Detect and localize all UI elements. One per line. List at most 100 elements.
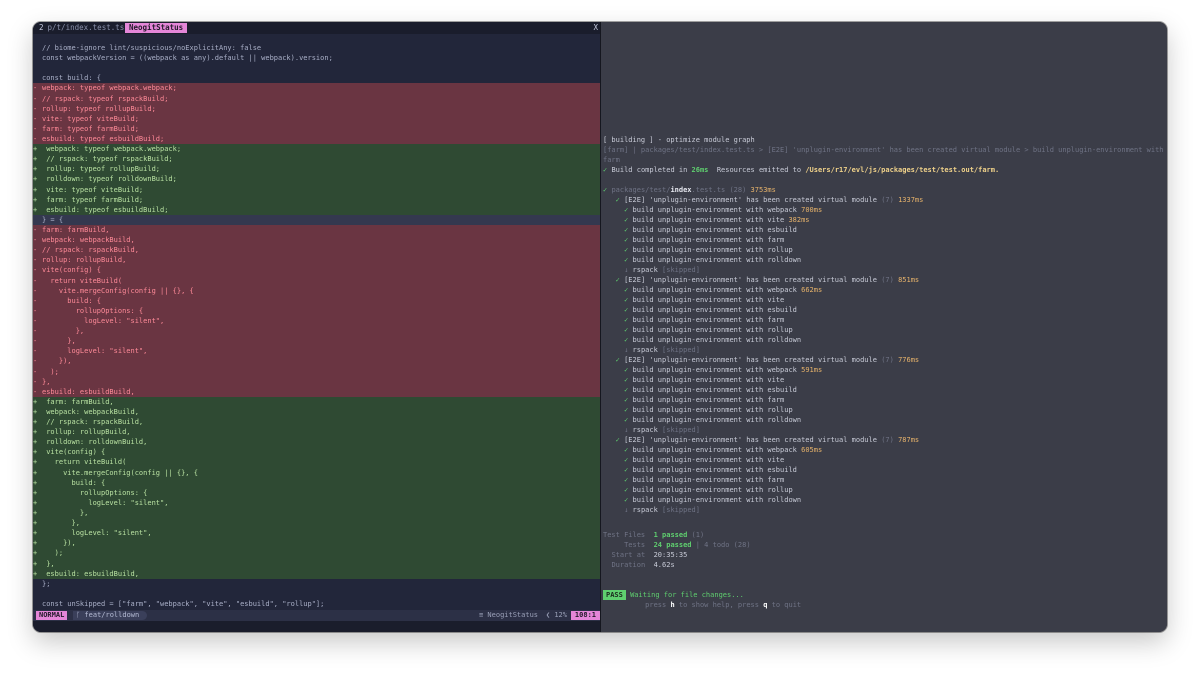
farm-log-line: [farm] | packages/test/index.test.ts > […: [603, 145, 1164, 155]
complete-label: Build completed in: [611, 166, 688, 174]
code-line[interactable]: + esbuild: typeof esbuildBuild;: [33, 204, 600, 215]
code-line[interactable]: + }),: [33, 538, 600, 549]
code-line[interactable]: + rollup: typeof rollupBuild;: [33, 164, 600, 175]
diff-sign: +: [33, 175, 38, 184]
code-line[interactable]: [33, 588, 600, 600]
close-tab-button[interactable]: X: [593, 22, 598, 34]
code-line[interactable]: - farm: farmBuild,: [33, 224, 600, 236]
code-line[interactable]: + rolldown: typeof rolldownBuild;: [33, 174, 600, 185]
code-line[interactable]: - vite: typeof viteBuild;: [33, 113, 600, 124]
code-line[interactable]: - vite.mergeConfig(config || {}, {: [33, 285, 600, 296]
code-line[interactable]: - build: {: [33, 295, 600, 306]
code-line[interactable]: -},: [33, 376, 600, 387]
code-line[interactable]: + vite: typeof viteBuild;: [33, 184, 600, 195]
test-row: ✓ build unplugin-environment with rolldo…: [603, 415, 801, 425]
terminal-pane[interactable]: [ building ] - optimize module graph [fa…: [601, 22, 1167, 632]
test-time: 662ms: [801, 286, 823, 294]
suite-count: (7): [881, 276, 894, 284]
code-line[interactable]: - );: [33, 366, 600, 377]
test-row: ✓ build unplugin-environment with esbuil…: [603, 225, 797, 235]
suite-title: [E2E] 'unplugin-environment' has been cr…: [624, 436, 877, 444]
test-row: ✓ build unplugin-environment with farm: [603, 475, 784, 485]
suite-time: 787ms: [898, 436, 920, 444]
code-line[interactable]: -// rspack: typeof rspackBuild;: [33, 93, 600, 104]
code-line[interactable]: -// rspack: rspackBuild,: [33, 245, 600, 256]
code-line[interactable]: - webpack: webpackBuild,: [33, 235, 600, 246]
diff-sign: -: [33, 94, 38, 103]
code-line[interactable]: [33, 63, 600, 74]
suite-time: 776ms: [898, 356, 920, 364]
watch-status-line: PASS Waiting for file changes...: [603, 590, 744, 600]
code-line[interactable]: - rollupOptions: {: [33, 305, 600, 316]
tab-neogit-status[interactable]: NeogitStatus: [125, 23, 188, 33]
code-text: const webpackVersion = ((webpack as any)…: [42, 54, 333, 63]
code-line[interactable]: + rollup: rollupBuild,: [33, 427, 600, 438]
code-line[interactable]: - esbuild: esbuildBuild,: [33, 386, 600, 397]
code-line[interactable]: // biome-ignore lint/suspicious/noExplic…: [33, 43, 600, 54]
code-text: }),: [42, 357, 72, 366]
test-row: ✓ build unplugin-environment with rolldo…: [603, 495, 801, 505]
code-line[interactable]: + },: [33, 518, 600, 529]
code-line[interactable]: + vite.mergeConfig(config || {}, {: [33, 467, 600, 478]
code-line[interactable]: + // rspack: typeof rspackBuild;: [33, 154, 600, 165]
code-line[interactable]: + farm: farmBuild,: [33, 396, 600, 407]
code-line[interactable]: + webpack: webpackBuild,: [33, 406, 600, 418]
code-line[interactable]: + logLevel: "silent",: [33, 528, 600, 539]
test-name: build unplugin-environment with farm: [632, 316, 785, 324]
summary-start-value: 20:35:35: [653, 551, 688, 559]
code-line[interactable]: + // rspack: rspackBuild,: [33, 417, 600, 428]
code-line[interactable]: + vite(config) {: [33, 447, 600, 458]
diff-sign: +: [33, 458, 38, 467]
build-complete-line: ✓ Build completed in 26ms Resources emit…: [603, 165, 999, 175]
code-line[interactable]: - logLevel: "silent",: [33, 315, 600, 327]
code-line[interactable]: - rollup: rollupBuild,: [33, 255, 600, 266]
code-line[interactable]: - },: [33, 336, 600, 347]
diff-sign: +: [33, 145, 38, 154]
code-line[interactable]: const build: {: [33, 73, 600, 84]
code-line[interactable]: - esbuild: typeof esbuildBuild;: [33, 133, 600, 145]
code-line[interactable]: + logLevel: "silent",: [33, 497, 600, 509]
test-name: build unplugin-environment with webpack: [632, 286, 797, 294]
code-line[interactable]: + build: {: [33, 477, 600, 488]
skipped-tag: [skipped]: [662, 266, 700, 274]
code-line[interactable]: };: [33, 578, 600, 589]
code-line[interactable]: + rolldown: rolldownBuild,: [33, 437, 600, 448]
check-icon: ✓: [615, 276, 625, 284]
code-text: rollupOptions: {: [42, 488, 148, 497]
editor-pane[interactable]: 2 p/t/index.test.ts NeogitStatus X // bio…: [33, 22, 600, 632]
code-text: farm: farmBuild,: [42, 225, 110, 234]
suite-count: (7): [881, 436, 894, 444]
diff-sign: -: [33, 337, 38, 346]
code-line[interactable]: + esbuild: esbuildBuild,: [33, 568, 600, 579]
command-line[interactable]: [33, 621, 600, 632]
code-line[interactable]: - rollup: typeof rollupBuild;: [33, 103, 600, 114]
test-name: build unplugin-environment with webpack: [632, 446, 797, 454]
skipped-name: rspack: [632, 506, 658, 514]
code-text: return viteBuild(: [42, 458, 127, 467]
code-line[interactable]: const unSkipped = ["farm", "webpack", "v…: [33, 599, 600, 610]
code-line[interactable]: + farm: typeof farmBuild;: [33, 194, 600, 205]
code-line[interactable]: const webpackVersion = ((webpack as any)…: [33, 53, 600, 64]
code-buffer[interactable]: // biome-ignore lint/suspicious/noExplic…: [33, 43, 600, 610]
check-icon: ✓: [624, 236, 633, 244]
tab-index-test[interactable]: 2 p/t/index.test.ts: [39, 22, 124, 34]
code-line[interactable]: - webpack: typeof webpack.webpack;: [33, 83, 600, 94]
code-line[interactable]: + rollupOptions: {: [33, 487, 600, 498]
code-line[interactable]: + );: [33, 548, 600, 559]
code-line[interactable]: + },: [33, 558, 600, 569]
code-line[interactable]: - },: [33, 326, 600, 337]
code-line[interactable]: } = {: [33, 214, 600, 225]
code-line[interactable]: - vite(config) {: [33, 265, 600, 276]
code-line[interactable]: - farm: typeof farmBuild;: [33, 123, 600, 134]
code-line[interactable]: - logLevel: "silent",: [33, 346, 600, 357]
code-line[interactable]: + },: [33, 508, 600, 519]
code-line[interactable]: - return viteBuild(: [33, 275, 600, 286]
code-line[interactable]: + webpack: typeof webpack.webpack;: [33, 144, 600, 155]
code-line[interactable]: + return viteBuild(: [33, 457, 600, 468]
test-name: build unplugin-environment with rolldown: [632, 256, 802, 264]
check-icon: ✓: [624, 246, 633, 254]
code-text: rollup: rollupBuild,: [42, 256, 127, 265]
test-row: ✓ build unplugin-environment with vite: [603, 295, 784, 305]
code-line[interactable]: - }),: [33, 356, 600, 367]
code-text: vite.mergeConfig(config || {}, {: [42, 468, 198, 477]
